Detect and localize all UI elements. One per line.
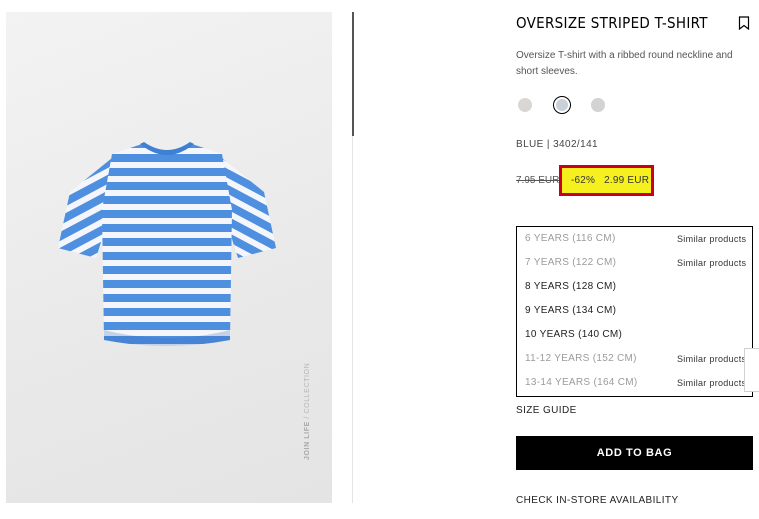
size-label: 9 YEARS (134 CM)	[525, 305, 617, 316]
discount-percent: -62%	[571, 175, 596, 186]
size-label: 8 YEARS (128 CM)	[525, 281, 617, 292]
size-label: 7 YEARS (122 CM)	[525, 257, 617, 268]
image-scroll-thumb[interactable]	[352, 12, 354, 136]
similar-products-link[interactable]: Similar products	[677, 354, 746, 364]
color-swatch-beige[interactable]	[518, 98, 532, 112]
size-label: 6 YEARS (116 CM)	[525, 233, 616, 244]
size-guide-link[interactable]: SIZE GUIDE	[516, 405, 577, 416]
size-label: 10 YEARS (140 CM)	[525, 329, 623, 340]
product-image[interactable]: JOIN LIFE / COLLECTION	[6, 12, 332, 503]
swatch-fill	[556, 99, 568, 111]
size-selector: 6 YEARS (116 CM) Similar products 7 YEAR…	[516, 226, 753, 397]
check-in-store-link[interactable]: CHECK IN-STORE AVAILABILITY	[516, 495, 679, 506]
color-swatch-blue-selected[interactable]	[553, 96, 571, 114]
size-option-9y[interactable]: 9 YEARS (134 CM)	[525, 299, 757, 323]
product-description: Oversize T-shirt with a ribbed round nec…	[516, 50, 733, 77]
size-label: 13-14 YEARS (164 CM)	[525, 377, 638, 388]
tshirt-photo	[58, 142, 276, 346]
similar-products-link[interactable]: Similar products	[677, 234, 746, 244]
color-reference: BLUE | 3402/141	[516, 139, 598, 150]
sale-price-fill: -62% 2.99 EUR	[562, 168, 651, 193]
similar-products-link[interactable]: Similar products	[677, 258, 746, 268]
product-title: OVERSIZE STRIPED T-SHIRT	[516, 14, 708, 32]
size-option-11-12y[interactable]: 11-12 YEARS (152 CM) Similar products	[525, 347, 757, 371]
sale-price: 2.99 EUR	[604, 175, 650, 186]
size-option-10y[interactable]: 10 YEARS (140 CM)	[525, 323, 757, 347]
size-option-8y[interactable]: 8 YEARS (128 CM)	[525, 275, 757, 299]
join-life-watermark: JOIN LIFE / COLLECTION	[304, 362, 311, 460]
size-label: 11-12 YEARS (152 CM)	[525, 353, 637, 364]
add-to-bag-button[interactable]: ADD TO BAG	[516, 436, 753, 470]
size-option-6y[interactable]: 6 YEARS (116 CM) Similar products	[525, 227, 757, 251]
color-swatch-grey[interactable]	[591, 98, 605, 112]
side-panel-tab[interactable]	[744, 348, 759, 392]
original-price: 7.95 EUR	[516, 175, 560, 186]
size-option-7y[interactable]: 7 YEARS (122 CM) Similar products	[525, 251, 757, 275]
sale-price-highlight: -62% 2.99 EUR	[559, 165, 654, 196]
size-option-13-14y[interactable]: 13-14 YEARS (164 CM) Similar products	[525, 371, 757, 395]
bookmark-icon[interactable]	[738, 16, 750, 30]
similar-products-link[interactable]: Similar products	[677, 378, 746, 388]
